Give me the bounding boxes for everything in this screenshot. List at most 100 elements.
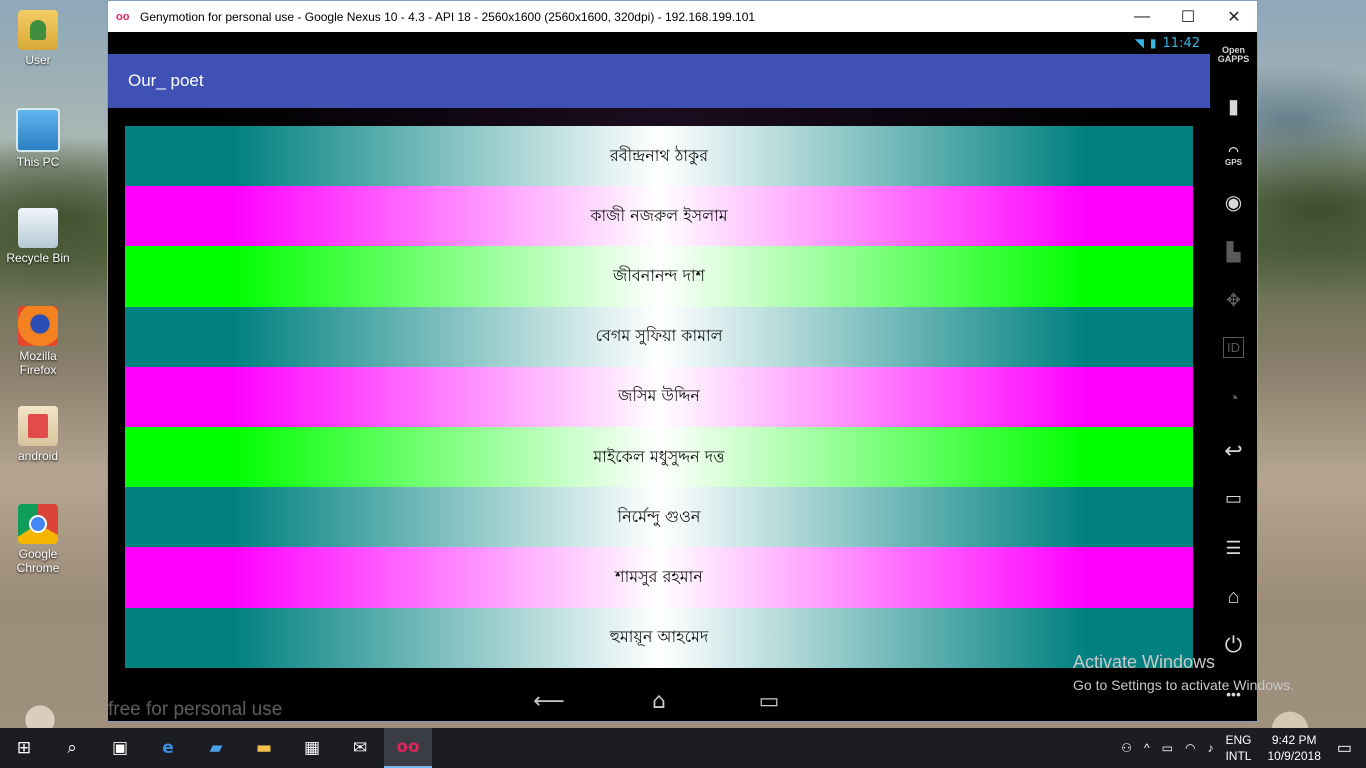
home-nav-button[interactable]: ⌂ xyxy=(639,689,679,714)
poet-name: জীবনানন্দ দাশ xyxy=(613,265,705,285)
windows-taskbar: ⊞ ⌕ ▣ e ▰ ▬ ▦ ✉ oo ⚇ ^ ▭ ◠ ♪ ENG INTL 9:… xyxy=(0,728,1366,768)
app-content: রবীন্দ্রনাথ ঠাকুর কাজী নজরুল ইসলাম জীবনা… xyxy=(108,108,1210,682)
app-title: Our_ poet xyxy=(128,71,204,90)
mail-icon: ✉ xyxy=(352,738,368,758)
poet-list-item[interactable]: হুমায়ূন আহমেদ xyxy=(125,607,1193,668)
poet-list-item[interactable]: কাজী নজরুল ইসলাম xyxy=(125,186,1193,247)
desktop-icon-label: This PC xyxy=(16,155,60,169)
windows-logo-icon: ⊞ xyxy=(16,738,32,758)
desktop-icon-label: Mozilla Firefox xyxy=(19,349,57,377)
language-indicator[interactable]: ENG INTL xyxy=(1225,732,1251,764)
window-titlebar[interactable]: oo Genymotion for personal use - Google … xyxy=(108,1,1257,32)
recycle-bin-icon xyxy=(18,208,58,248)
battery-widget-icon[interactable]: ▮ xyxy=(1210,94,1257,119)
wifi-tray-icon[interactable]: ◠ xyxy=(1185,741,1195,755)
taskbar-edge[interactable]: e xyxy=(144,728,192,768)
recent-apps-button-icon[interactable]: ▭ xyxy=(1210,488,1257,509)
open-gapps-button[interactable]: Open GAPPS xyxy=(1210,46,1257,64)
menu-button-icon[interactable]: ☰ xyxy=(1210,538,1257,559)
poet-name: মাইকেল মধুসুদ্দন দত্ত xyxy=(593,446,725,466)
task-view-button[interactable]: ▣ xyxy=(96,728,144,768)
folder-icon: ▬ xyxy=(255,738,273,758)
notifications-icon[interactable]: ▭ xyxy=(1337,738,1352,758)
desktop-icon-label: android xyxy=(17,449,59,463)
taskbar-mail[interactable]: ✉ xyxy=(336,728,384,768)
poet-list-item[interactable]: বেগম সুফিয়া কামাল xyxy=(125,306,1193,367)
poet-list-item[interactable]: জসিম উদ্দিন xyxy=(125,366,1193,427)
people-icon[interactable]: ⚇ xyxy=(1121,741,1132,755)
taskbar-genymotion[interactable]: oo xyxy=(384,728,432,768)
desktop-icon-this-pc[interactable]: This PC xyxy=(2,108,74,169)
poet-name: নির্মেন্দু গুওন xyxy=(617,506,701,526)
personal-use-watermark: free for personal use xyxy=(108,699,283,720)
taskbar-clock[interactable]: 9:42 PM 10/9/2018 xyxy=(1267,732,1320,764)
poet-name: শামসুর রহমান xyxy=(615,566,703,586)
poet-list-item[interactable]: শামসুর রহমান xyxy=(125,547,1193,608)
home-button-icon[interactable]: ⌂ xyxy=(1210,586,1257,609)
back-nav-button[interactable]: ⟵ xyxy=(529,689,569,714)
search-button[interactable]: ⌕ xyxy=(48,728,96,768)
activate-windows-subtitle: Go to Settings to activate Windows. xyxy=(1073,677,1294,693)
dpad-widget-icon[interactable]: ✥ xyxy=(1210,290,1257,311)
store-icon: ▦ xyxy=(303,738,321,758)
emulator-device: ◥ ▮ 11:42 Our_ poet রবীন্দ্রনাথ ঠাকুর কা… xyxy=(108,32,1257,721)
battery-tray-icon[interactable]: ▭ xyxy=(1162,741,1173,755)
genymotion-toolbar: Open GAPPS ▮ ◠ GPS ◉ ▙ ✥ ID ◔ ↩ ▭ ☰ ⌂ ⏻ •… xyxy=(1210,32,1257,721)
activate-windows-notice: Activate Windows Go to Settings to activ… xyxy=(1073,652,1294,693)
edge-icon: e xyxy=(162,738,174,758)
photos-icon: ▰ xyxy=(209,738,223,758)
desktop-icon-label: Recycle Bin xyxy=(6,251,70,265)
device-id-button[interactable]: ID xyxy=(1210,337,1257,358)
battery-icon: ▮ xyxy=(1149,36,1157,50)
clock-time: 9:42 PM xyxy=(1271,733,1317,747)
genymotion-logo-icon: oo xyxy=(116,10,130,23)
poet-list-item[interactable]: রবীন্দ্রনাথ ঠাকুর xyxy=(125,126,1193,187)
app-action-bar: Our_ poet xyxy=(108,54,1210,108)
desktop-icon-user[interactable]: User xyxy=(2,10,74,67)
search-icon: ⌕ xyxy=(67,738,77,758)
poet-name: বেগম সুফিয়া কামাল xyxy=(595,326,723,346)
desktop-icon-firefox[interactable]: Mozilla Firefox xyxy=(2,306,74,377)
wifi-icon: ◥ xyxy=(1134,36,1144,50)
taskbar-store[interactable]: ▦ xyxy=(288,728,336,768)
maximize-button[interactable]: ☐ xyxy=(1165,1,1211,32)
android-package-icon xyxy=(18,406,58,446)
recents-nav-button[interactable]: ▭ xyxy=(749,689,789,714)
chevron-up-icon[interactable]: ^ xyxy=(1144,741,1150,755)
poet-name: হুমায়ূন আহমেদ xyxy=(609,627,709,647)
poet-list-item[interactable]: মাইকেল মধুসুদ্দন দত্ত xyxy=(125,426,1193,488)
capture-widget-icon[interactable]: ▙ xyxy=(1210,242,1257,263)
poet-name: রবীন্দ্রনাথ ঠাকুর xyxy=(609,145,709,165)
computer-icon xyxy=(16,108,60,152)
close-button[interactable]: ✕ xyxy=(1211,1,1257,32)
android-status-bar: ◥ ▮ 11:42 xyxy=(108,32,1210,54)
device-id-label: ID xyxy=(1223,337,1244,358)
desktop-icon-label: Google Chrome xyxy=(16,547,60,575)
keyboard-layout: INTL xyxy=(1225,749,1252,763)
gps-label: GPS xyxy=(1225,158,1242,167)
start-button[interactable]: ⊞ xyxy=(0,728,48,768)
poet-list-item[interactable]: জীবনানন্দ দাশ xyxy=(125,246,1193,307)
window-title: Genymotion for personal use - Google Nex… xyxy=(140,9,756,24)
back-button-icon[interactable]: ↩ xyxy=(1210,438,1257,464)
desktop-icon-recycle-bin[interactable]: Recycle Bin xyxy=(2,208,74,265)
android-screen: ◥ ▮ 11:42 Our_ poet রবীন্দ্রনাথ ঠাকুর কা… xyxy=(108,32,1210,721)
gps-widget-button[interactable]: ◠ GPS xyxy=(1210,144,1257,167)
disk-io-widget-icon[interactable]: ◔ xyxy=(1210,388,1257,409)
webcam-widget-icon[interactable]: ◉ xyxy=(1210,190,1257,215)
chrome-icon xyxy=(18,504,58,544)
poet-list: রবীন্দ্রনাথ ঠাকুর কাজী নজরুল ইসলাম জীবনা… xyxy=(125,126,1193,668)
poet-list-item[interactable]: নির্মেন্দু গুওন xyxy=(125,487,1193,548)
desktop-icon-android[interactable]: android xyxy=(2,406,74,463)
volume-icon[interactable]: ♪ xyxy=(1207,741,1213,755)
genymotion-window: oo Genymotion for personal use - Google … xyxy=(107,0,1258,722)
user-folder-icon xyxy=(18,10,58,50)
genymotion-icon: oo xyxy=(396,737,420,757)
system-tray: ⚇ ^ ▭ ◠ ♪ ENG INTL 9:42 PM 10/9/2018 ▭ xyxy=(1115,728,1366,768)
taskbar-photos[interactable]: ▰ xyxy=(192,728,240,768)
taskbar-file-explorer[interactable]: ▬ xyxy=(240,728,288,768)
desktop-icon-chrome[interactable]: Google Chrome xyxy=(2,504,74,575)
task-view-icon: ▣ xyxy=(111,738,129,758)
minimize-button[interactable]: — xyxy=(1119,1,1165,32)
clock-date: 10/9/2018 xyxy=(1267,749,1321,763)
